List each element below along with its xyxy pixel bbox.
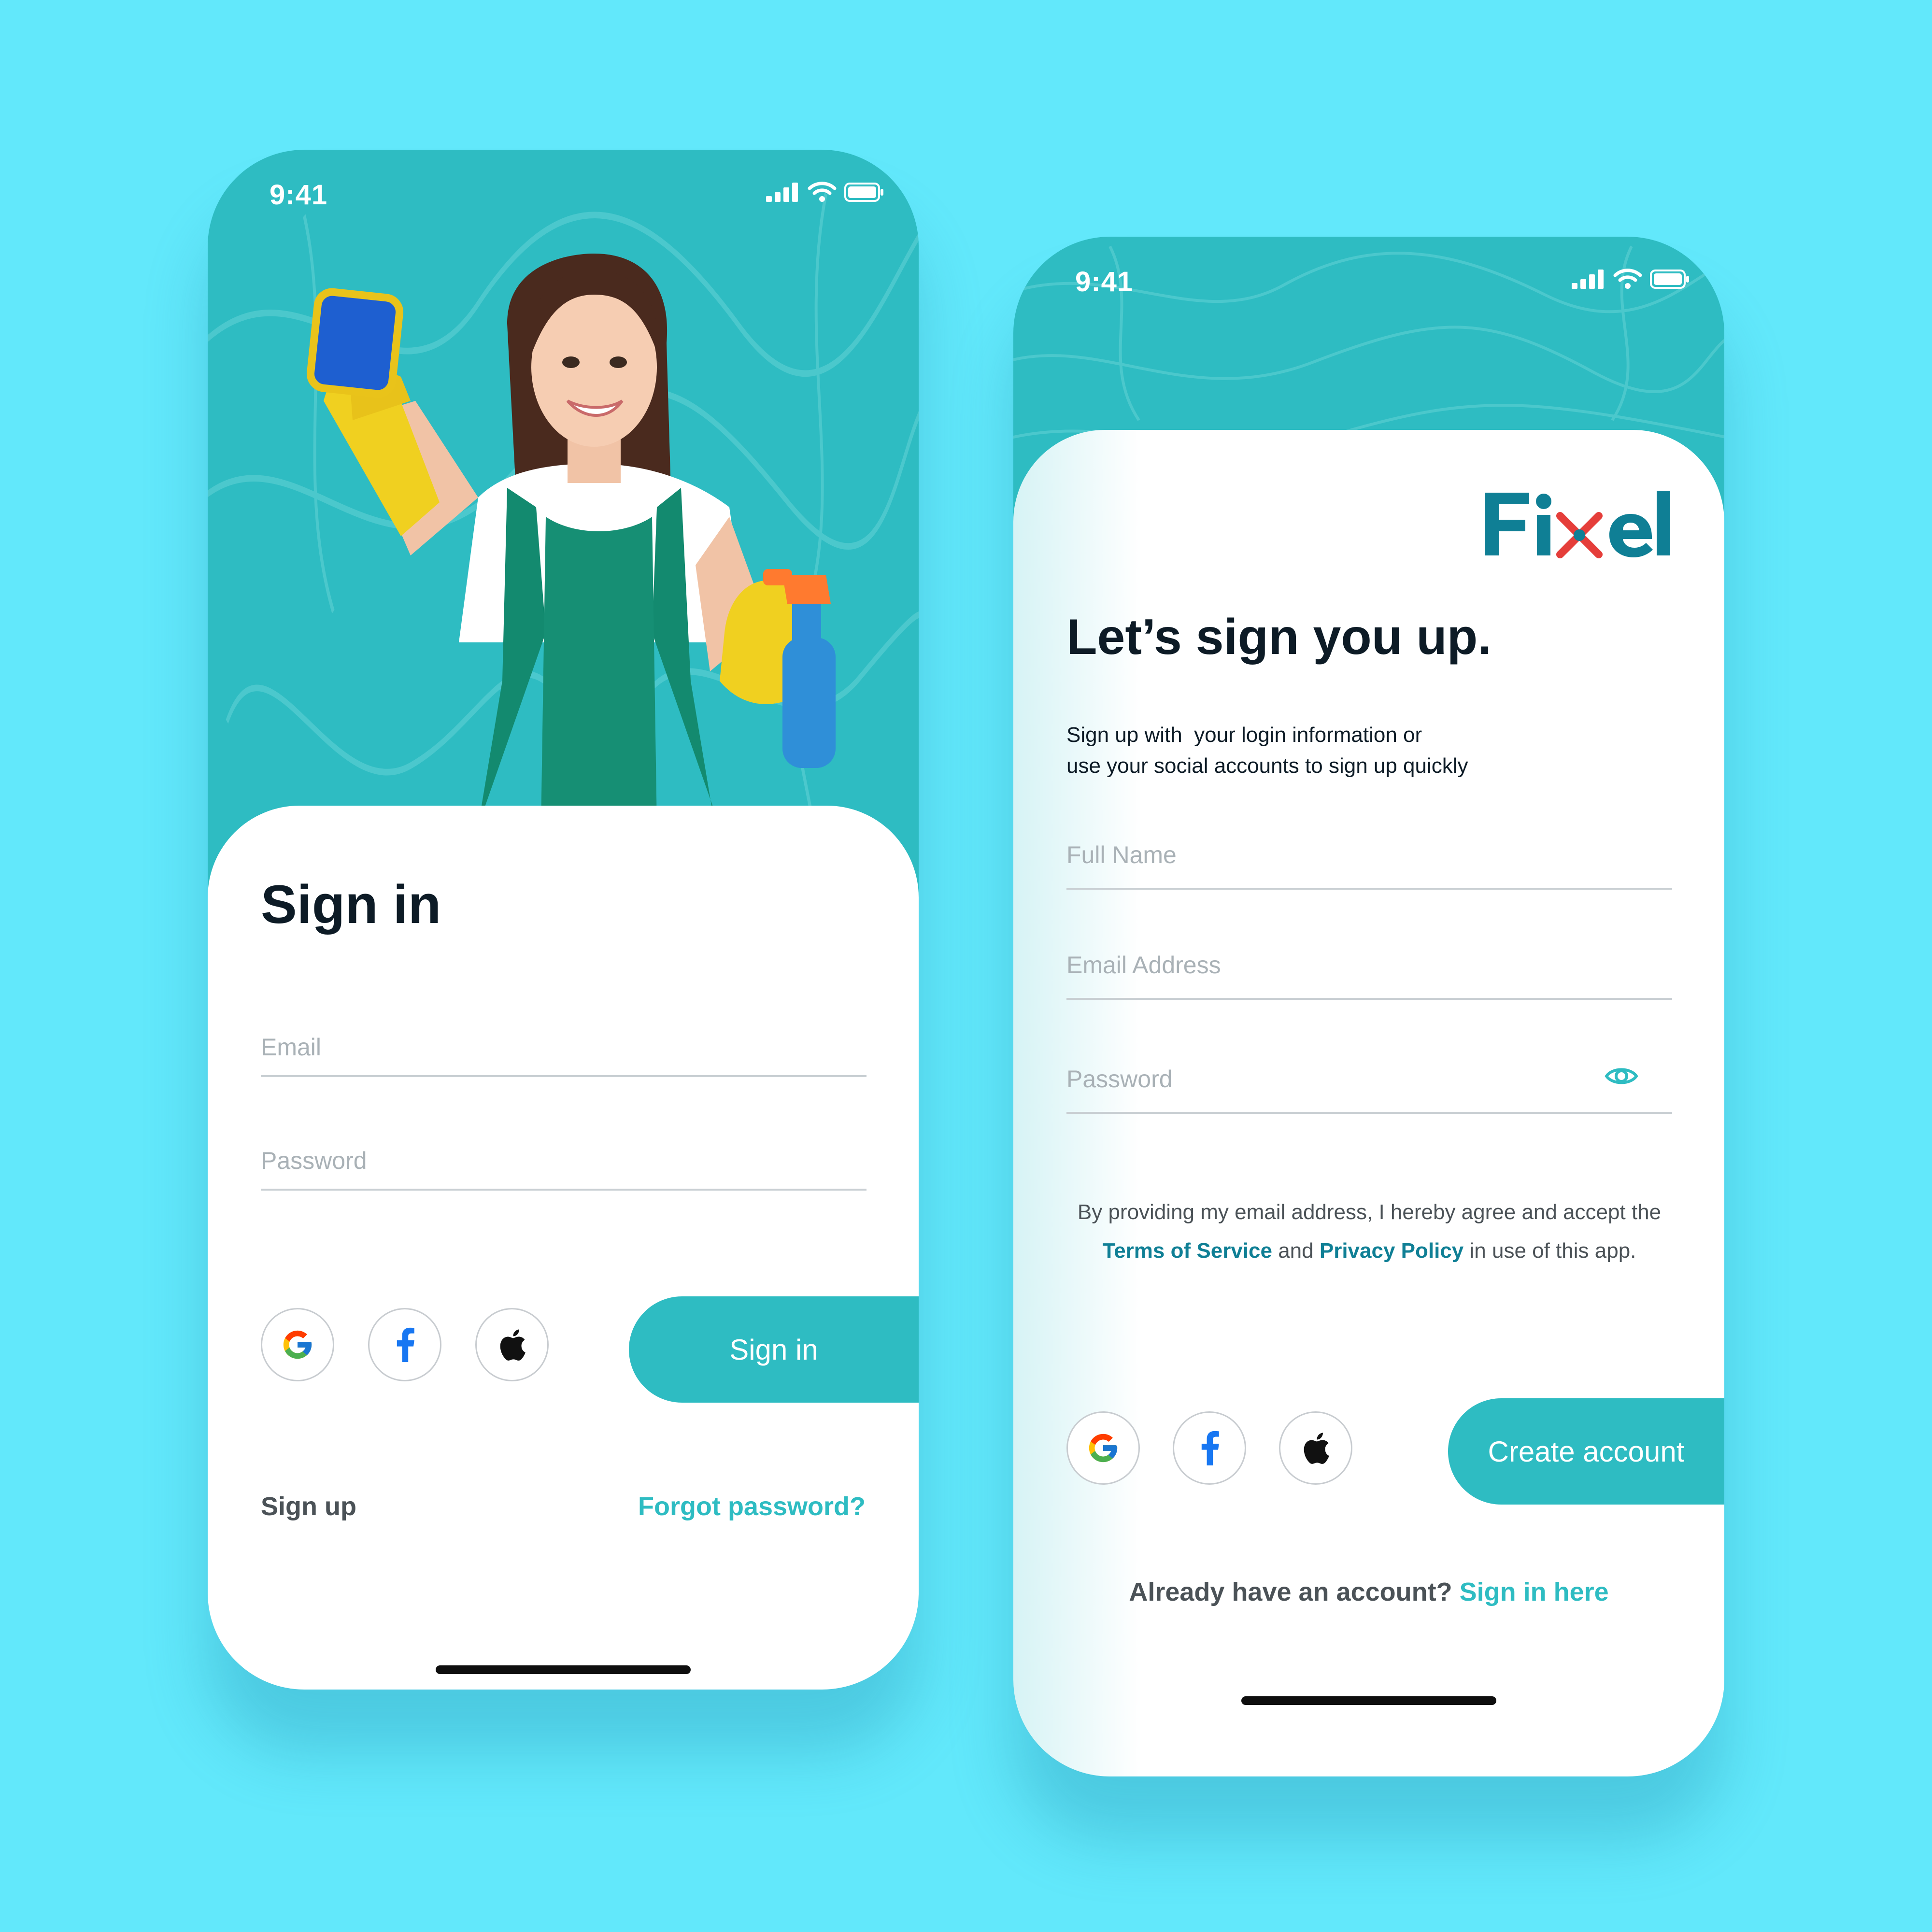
wifi-icon (808, 182, 837, 205)
facebook-icon (1201, 1431, 1219, 1465)
wifi-icon (1613, 269, 1642, 292)
full-name-field[interactable] (1066, 836, 1672, 890)
password-input[interactable] (1066, 1060, 1598, 1098)
google-icon (283, 1330, 312, 1359)
sign-in-here-link[interactable]: Sign in here (1460, 1577, 1609, 1606)
password-field[interactable] (1066, 1060, 1672, 1114)
facebook-signup-button[interactable] (1173, 1411, 1246, 1485)
email-address-field[interactable] (1066, 946, 1672, 1000)
privacy-policy-link[interactable]: Privacy Policy (1320, 1239, 1463, 1263)
signal-icon (766, 183, 800, 204)
google-login-button[interactable] (261, 1308, 334, 1381)
password-field[interactable] (261, 1141, 867, 1191)
status-time: 9:41 (1075, 266, 1134, 298)
terms-of-service-link[interactable]: Terms of Service (1103, 1239, 1272, 1263)
home-indicator (436, 1665, 691, 1674)
full-name-input[interactable] (1066, 836, 1672, 874)
fixel-logo (1483, 488, 1671, 560)
apple-icon (500, 1329, 526, 1361)
terms-line-2: Terms of Service and Privacy Policy in u… (1066, 1232, 1672, 1270)
signup-phone-screen: 9:41 Let’s sign you up. Sign up with you… (1013, 237, 1724, 1776)
cleaner-woman-image (306, 254, 836, 826)
status-bar: 9:41 (1013, 237, 1724, 319)
apple-signup-button[interactable] (1279, 1411, 1352, 1485)
apple-login-button[interactable] (475, 1308, 549, 1381)
signup-card: Let’s sign you up. Sign up with your log… (1013, 430, 1724, 1776)
social-signup-buttons (1066, 1411, 1352, 1485)
apple-icon (1304, 1433, 1329, 1464)
facebook-icon (397, 1327, 414, 1362)
battery-icon (844, 183, 885, 204)
terms-suffix: in use of this app. (1469, 1239, 1636, 1263)
google-signup-button[interactable] (1066, 1411, 1140, 1485)
home-indicator (1241, 1696, 1496, 1705)
terms-and-text: and (1278, 1239, 1314, 1263)
signin-prompt: Already have an account? Sign in here (1013, 1577, 1724, 1607)
have-account-text: Already have an account? (1129, 1577, 1452, 1606)
facebook-login-button[interactable] (368, 1308, 441, 1381)
social-login-buttons (261, 1308, 549, 1381)
email-input[interactable] (261, 1028, 867, 1066)
status-bar: 9:41 (208, 150, 919, 232)
eye-icon[interactable] (1605, 1062, 1638, 1093)
sign-up-link[interactable]: Sign up (261, 1492, 356, 1521)
status-time: 9:41 (270, 179, 328, 211)
terms-prefix: By providing my email address, I hereby … (1077, 1200, 1662, 1224)
password-input[interactable] (261, 1141, 867, 1180)
battery-icon (1650, 270, 1690, 291)
signin-card: Sign in Sign in Sign up Forgot password? (208, 806, 919, 1690)
page-title: Let’s sign you up. (1066, 609, 1492, 665)
page-title: Sign in (261, 874, 441, 935)
email-field[interactable] (261, 1028, 867, 1077)
google-icon (1089, 1434, 1118, 1463)
status-icons (766, 182, 885, 205)
status-icons (1572, 269, 1690, 292)
subtitle-line-2: use your social accounts to sign up quic… (1066, 754, 1468, 778)
email-address-input[interactable] (1066, 946, 1672, 984)
forgot-password-link[interactable]: Forgot password? (638, 1492, 866, 1521)
terms-notice: By providing my email address, I hereby … (1066, 1193, 1672, 1270)
signal-icon (1572, 270, 1605, 291)
create-account-button[interactable]: Create account (1448, 1398, 1724, 1505)
signin-button[interactable]: Sign in (629, 1296, 919, 1403)
page-subtitle: Sign up with your login information or u… (1066, 720, 1468, 781)
subtitle-line-1: Sign up with your login information or (1066, 723, 1422, 747)
signin-phone-screen: 9:41 Sign in Email Sign in Sign up Forgo… (208, 150, 919, 1690)
